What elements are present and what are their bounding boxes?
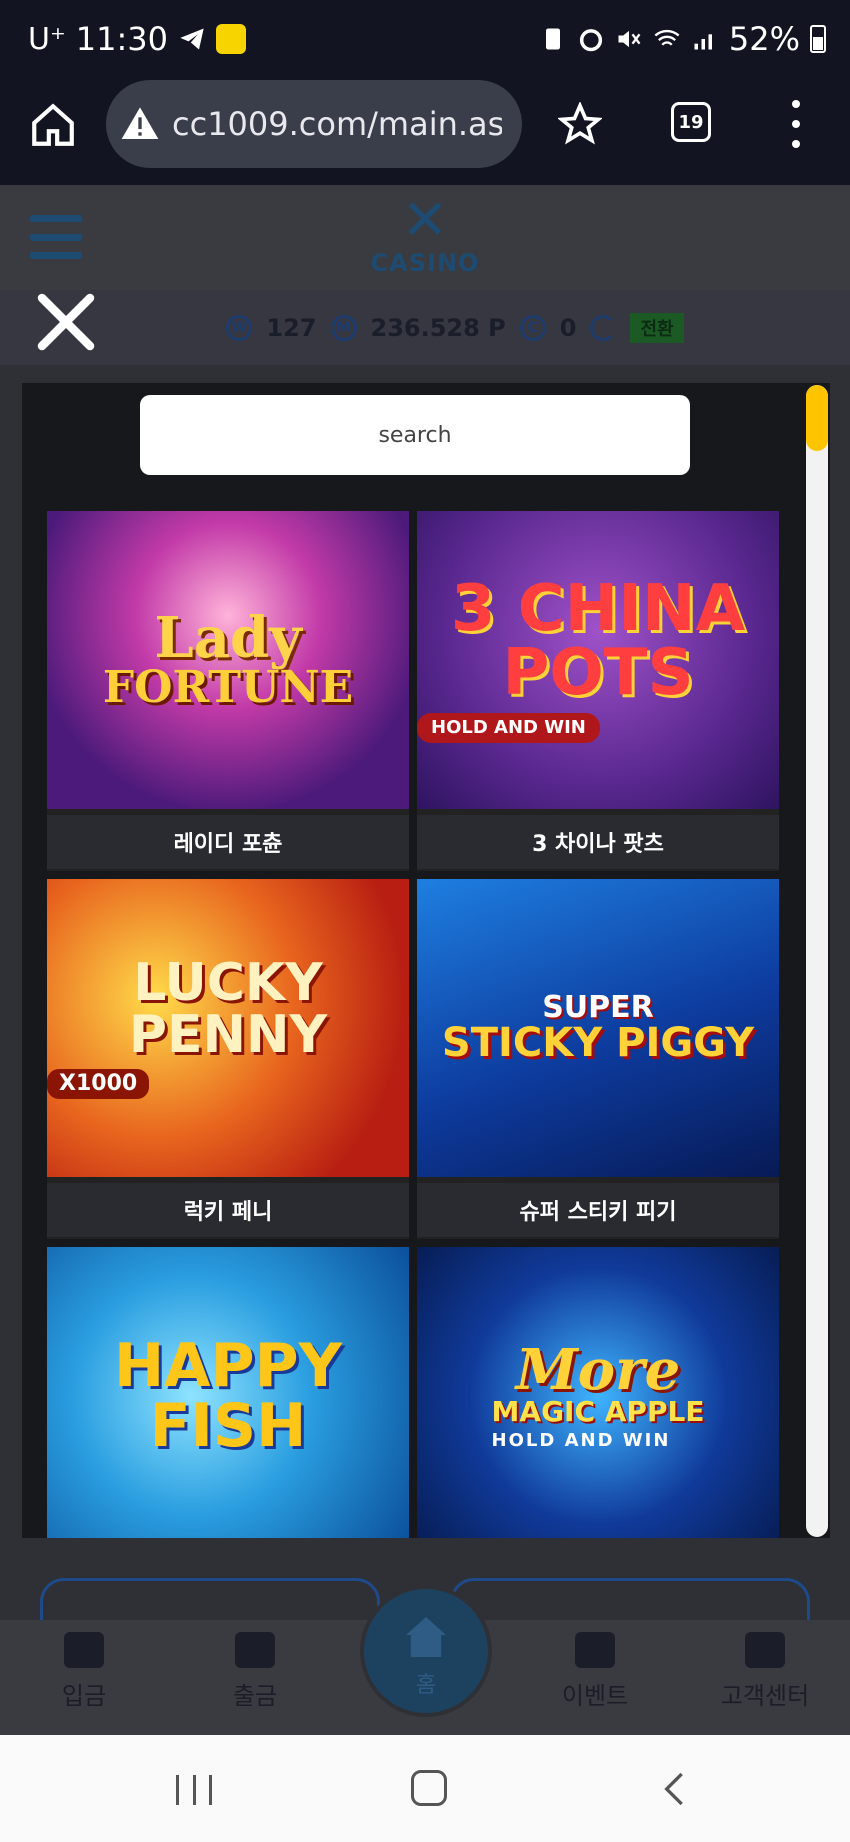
game-card[interactable]: More MAGIC APPLE HOLD AND WIN	[417, 1247, 779, 1538]
cash-icon	[235, 1632, 275, 1668]
w-balance: 127	[266, 313, 317, 342]
game-search-modal: LadyFORTUNE 레이디 포츈 3 CHINA POTSHOLD AND …	[22, 383, 830, 1538]
battery-saver-icon	[545, 28, 560, 50]
status-left: U⁺ 11:30	[28, 20, 247, 58]
coins-icon	[64, 1632, 104, 1668]
game-thumbnail[interactable]: More MAGIC APPLE HOLD AND WIN	[417, 1247, 779, 1538]
warning-icon[interactable]	[120, 104, 160, 144]
hamburger-menu-icon[interactable]	[30, 215, 82, 259]
status-right: 52%	[539, 20, 826, 58]
back-icon[interactable]	[655, 1769, 695, 1809]
kakao-icon	[216, 24, 247, 54]
battery-icon	[810, 25, 826, 53]
c-balance: 0	[559, 313, 577, 342]
nav-label: 홈	[415, 1673, 437, 1698]
game-thumbnail[interactable]: 3 CHINA POTS HOLD AND WIN	[417, 511, 779, 809]
telegram-icon	[180, 28, 204, 50]
refresh-icon[interactable]	[590, 314, 617, 341]
search-input[interactable]	[140, 395, 690, 475]
logo-mark: ✕	[401, 188, 449, 253]
m-balance: 236.528 P	[370, 313, 506, 342]
game-label[interactable]: 럭키 페니	[47, 1183, 409, 1237]
system-nav-bar	[0, 1735, 850, 1842]
carrier-label: U⁺	[28, 21, 66, 57]
game-thumbnail[interactable]: SUPER STICKY PIGGY	[417, 879, 779, 1177]
star-icon[interactable]	[558, 102, 602, 146]
thumb-title: LUCKY PENNY	[128, 953, 328, 1065]
status-bar: U⁺ 11:30 52%	[0, 0, 850, 80]
home-icon	[406, 1617, 446, 1657]
nav-withdraw[interactable]: 출금	[195, 1632, 315, 1722]
game-label[interactable]: 레이디 포츈	[47, 815, 409, 869]
thumb-subtitle: HOLD AND WIN	[417, 713, 600, 743]
thumb-title: More	[515, 1336, 681, 1403]
game-label[interactable]: 3 차이나 팟츠	[417, 815, 779, 869]
url-text[interactable]: cc1009.com/main.as	[172, 105, 502, 143]
thumb-tagline: HOLD AND WIN	[491, 1429, 671, 1451]
game-thumbnail[interactable]: HAPPY FISH	[47, 1247, 409, 1538]
thumb-title: 3 CHINA POTS	[450, 572, 746, 710]
game-card[interactable]: Lady FORTUNE 레이디 포츈	[47, 511, 409, 871]
game-card[interactable]: SUPER STICKY PIGGY 슈퍼 스티키 피기	[417, 879, 779, 1239]
game-thumbnail[interactable]: LUCKY PENNY X1000	[47, 879, 409, 1177]
c-coin-icon: C	[519, 314, 546, 341]
thumb-subtitle: MAGIC APPLE	[491, 1394, 705, 1428]
support-24-icon	[745, 1632, 785, 1668]
balance-row: W 127 M 236.528 P C 0 전환	[0, 290, 850, 365]
scrollbar-track[interactable]	[806, 385, 828, 1537]
tabs-button[interactable]: 19	[671, 102, 711, 142]
casino-logo[interactable]: ✕ CASINO	[360, 193, 490, 283]
logo-word: CASINO	[370, 249, 480, 277]
game-card[interactable]: HAPPY FISH	[47, 1247, 409, 1538]
nav-support[interactable]: 고객센터	[705, 1632, 825, 1722]
thumb-subtitle: FORTUNE	[102, 662, 354, 713]
mute-icon	[618, 30, 641, 48]
scrollbar-thumb[interactable]	[806, 385, 828, 451]
nav-deposit[interactable]: 입금	[24, 1632, 144, 1722]
home-icon[interactable]	[28, 100, 78, 150]
close-icon[interactable]	[34, 290, 98, 354]
nav-label: 출금	[232, 1682, 278, 1710]
nav-event[interactable]: 이벤트	[535, 1632, 655, 1722]
nav-label: 이벤트	[561, 1682, 629, 1710]
nav-home[interactable]: 홈	[360, 1585, 492, 1717]
game-card[interactable]: 3 CHINA POTS HOLD AND WIN 3 차이나 팟츠	[417, 511, 779, 871]
convert-badge[interactable]: 전환	[630, 312, 684, 343]
signal-icon	[694, 34, 712, 50]
thumb-title: SUPER	[542, 990, 654, 1025]
more-vert-icon[interactable]	[790, 100, 802, 148]
battery-percent: 52%	[728, 20, 800, 58]
w-coin-icon: W	[226, 314, 253, 341]
recent-apps-icon[interactable]	[176, 1775, 212, 1805]
thumb-subtitle: STICKY PIGGY	[441, 1020, 755, 1066]
browser-toolbar: cc1009.com/main.as 19	[0, 80, 850, 185]
tab-count: 19	[678, 111, 704, 133]
site-header: ✕ CASINO	[0, 185, 850, 290]
thumb-title: Lady	[154, 605, 302, 671]
thumb-title: HAPPY FISH	[113, 1331, 343, 1461]
thumb-subtitle: X1000	[47, 1069, 150, 1099]
clock: 11:30	[75, 20, 169, 58]
system-home-icon[interactable]	[411, 1770, 447, 1806]
m-coin-icon: M	[330, 314, 357, 341]
address-bar[interactable]: cc1009.com/main.as	[106, 80, 522, 168]
wifi-icon	[654, 29, 680, 46]
nav-label: 입금	[61, 1682, 107, 1710]
game-card[interactable]: LUCKY PENNY X1000 럭키 페니	[47, 879, 409, 1239]
game-grid: Lady FORTUNE 레이디 포츈 3 CHINA POTS HOLD AND …	[47, 511, 779, 1538]
game-label[interactable]: 슈퍼 스티키 피기	[417, 1183, 779, 1237]
alarm-icon	[579, 29, 602, 52]
game-thumbnail[interactable]: Lady FORTUNE	[47, 511, 409, 809]
nav-label: 고객센터	[720, 1682, 810, 1710]
gift-icon	[575, 1632, 615, 1668]
